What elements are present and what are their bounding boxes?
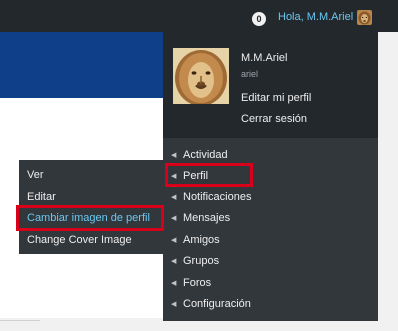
caret-left-icon: ◀ bbox=[171, 194, 177, 201]
submenu-item-editar[interactable]: Editar bbox=[27, 188, 56, 206]
menu-item-grupos[interactable]: ◀ Grupos bbox=[171, 252, 219, 270]
menu-item-label: Amigos bbox=[183, 234, 220, 246]
menu-item-perfil[interactable]: ◀ Perfil bbox=[165, 163, 253, 187]
menu-item-label: Foros bbox=[183, 277, 212, 289]
menu-item-label: Actividad bbox=[183, 149, 228, 161]
submenu-item-change-cover[interactable]: Change Cover Image bbox=[27, 231, 132, 249]
lion-avatar-icon[interactable] bbox=[173, 48, 229, 104]
highlight-box bbox=[165, 163, 253, 187]
menu-item-label: Grupos bbox=[183, 255, 220, 267]
menu-item-notificaciones[interactable]: ◀ Notificaciones bbox=[171, 188, 251, 206]
notification-count-badge[interactable]: 0 bbox=[252, 12, 266, 26]
site-header bbox=[0, 32, 163, 98]
profile-block: M.M.Ariel ariel Editar mi perfil Cerrar … bbox=[163, 32, 378, 138]
caret-left-icon: ◀ bbox=[171, 237, 177, 244]
menu-item-label: Notificaciones bbox=[183, 191, 252, 203]
caret-left-icon: ◀ bbox=[171, 301, 177, 308]
caret-left-icon: ◀ bbox=[171, 280, 177, 287]
lion-avatar-icon[interactable] bbox=[357, 10, 372, 25]
page-gutter bbox=[378, 32, 398, 331]
caret-left-icon: ◀ bbox=[171, 215, 177, 222]
edit-profile-link[interactable]: Editar mi perfil bbox=[241, 92, 311, 104]
menu-item-foros[interactable]: ◀ Foros bbox=[171, 274, 211, 292]
menu-item-label: Mensajes bbox=[183, 212, 231, 224]
menu-item-mensajes[interactable]: ◀ Mensajes bbox=[171, 209, 230, 227]
menu-item-amigos[interactable]: ◀ Amigos bbox=[171, 231, 220, 249]
divider bbox=[0, 320, 40, 321]
profile-submenu: Ver Editar Cambiar imagen de perfil Chan… bbox=[16, 160, 164, 254]
menu-item-label: Configuración bbox=[183, 298, 251, 310]
menu-item-configuracion[interactable]: ◀ Configuración bbox=[171, 295, 251, 313]
logout-link[interactable]: Cerrar sesión bbox=[241, 113, 307, 125]
caret-left-icon: ◀ bbox=[171, 258, 177, 265]
submenu-item-ver[interactable]: Ver bbox=[27, 166, 44, 184]
menu-item-actividad[interactable]: ◀ Actividad bbox=[171, 146, 228, 164]
my-account-link[interactable]: Hola, M.M.Ariel bbox=[278, 11, 353, 23]
admin-bar: 0 Hola, M.M.Ariel bbox=[0, 0, 398, 32]
profile-display-name[interactable]: M.M.Ariel bbox=[241, 52, 287, 64]
account-dropdown: M.M.Ariel ariel Editar mi perfil Cerrar … bbox=[163, 32, 378, 321]
submenu-item-change-avatar[interactable]: Cambiar imagen de perfil bbox=[27, 209, 150, 227]
profile-username: ariel bbox=[241, 69, 259, 79]
